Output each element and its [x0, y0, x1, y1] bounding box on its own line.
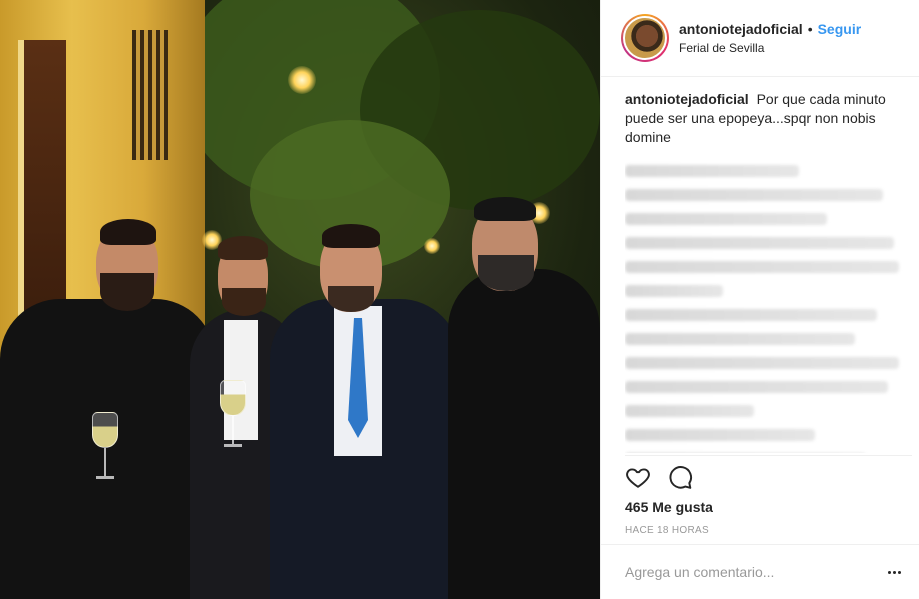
wine-glass	[92, 412, 118, 482]
street-lamp	[288, 66, 316, 94]
comment-input[interactable]	[625, 564, 884, 580]
comment-box	[601, 544, 919, 599]
post-timestamp[interactable]: HACE 18 HORAS	[625, 525, 709, 536]
header-text: antoniotejadoficial • Seguir Ferial de S…	[679, 21, 861, 55]
post-side-panel: antoniotejadoficial • Seguir Ferial de S…	[600, 0, 919, 599]
follow-button[interactable]: Seguir	[818, 21, 862, 37]
avatar-image	[623, 16, 667, 60]
comments-section: antoniotejadoficial Por que cada minuto …	[625, 90, 905, 453]
building-window	[132, 30, 168, 160]
header-row: antoniotejadoficial • Seguir	[679, 21, 861, 37]
avatar[interactable]	[621, 14, 669, 62]
separator-dot: •	[807, 21, 813, 37]
caption: antoniotejadoficial Por que cada minuto …	[625, 90, 905, 147]
likes-count[interactable]: 465 Me gusta	[625, 499, 713, 515]
person	[448, 195, 600, 599]
blurred-comments	[625, 153, 905, 453]
comment-bubble-icon[interactable]	[667, 464, 693, 490]
divider	[625, 455, 912, 456]
location-link[interactable]: Ferial de Sevilla	[679, 41, 861, 55]
instagram-post: antoniotejadoficial • Seguir Ferial de S…	[0, 0, 919, 599]
author-username[interactable]: antoniotejadoficial	[679, 21, 803, 37]
post-header: antoniotejadoficial • Seguir Ferial de S…	[601, 0, 919, 77]
post-photo[interactable]	[0, 0, 600, 599]
heart-icon[interactable]	[625, 464, 651, 490]
person	[270, 224, 460, 599]
wine-glass	[220, 380, 246, 450]
caption-username[interactable]: antoniotejadoficial	[625, 91, 749, 107]
post-actions	[625, 464, 693, 490]
more-options-icon[interactable]	[884, 562, 904, 582]
person	[0, 215, 215, 599]
